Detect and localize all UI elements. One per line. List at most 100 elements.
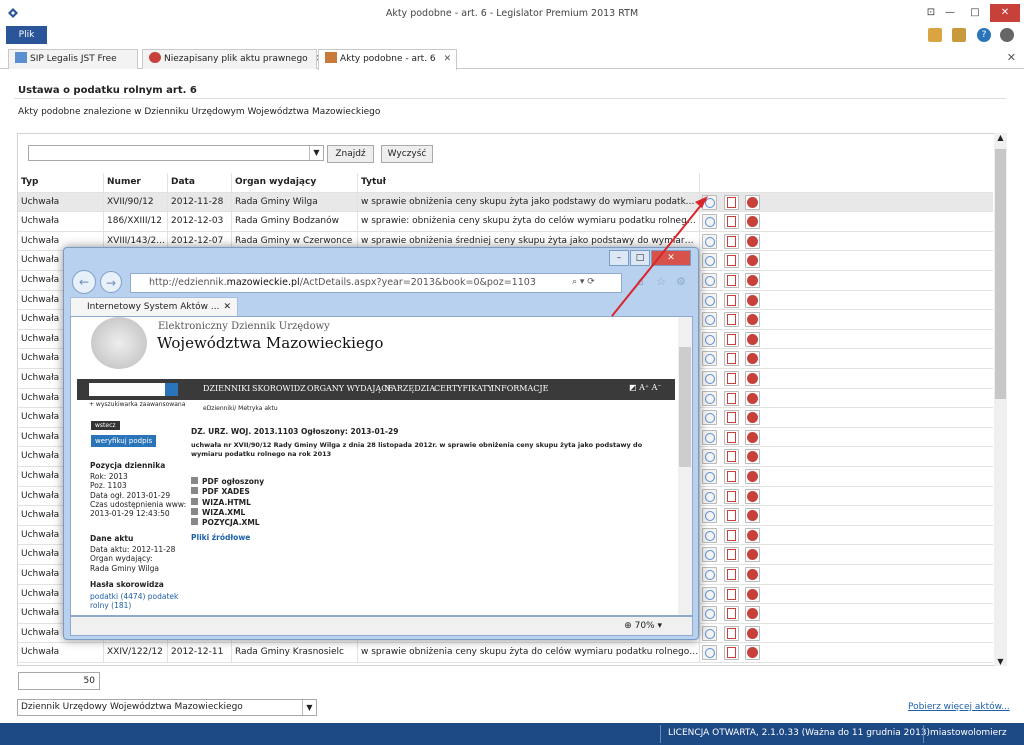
folder-share-icon[interactable] <box>952 28 966 42</box>
pdf-icon[interactable] <box>724 547 739 563</box>
close-button[interactable]: ✕ <box>990 4 1020 22</box>
web-link-icon[interactable] <box>702 469 717 484</box>
column-header[interactable]: Numer <box>104 173 168 192</box>
web-link-icon[interactable] <box>702 645 717 661</box>
paragraph-icon[interactable] <box>745 567 760 582</box>
chevron-down-icon[interactable]: ▼ <box>309 146 323 160</box>
tab-unsaved-act[interactable]: Niezapisany plik aktu prawnego✕ <box>142 49 323 69</box>
web-link-icon[interactable] <box>702 312 717 328</box>
zoom-level[interactable]: ⊕ 70% ▾ <box>624 621 662 631</box>
paragraph-icon[interactable] <box>745 233 760 249</box>
web-link-icon[interactable] <box>702 253 717 269</box>
web-link-icon[interactable] <box>702 449 717 465</box>
web-link-icon[interactable] <box>702 527 717 543</box>
pdf-icon[interactable] <box>724 429 739 445</box>
web-link-icon[interactable] <box>702 547 717 563</box>
browser-close-button[interactable]: ✕ <box>651 250 691 266</box>
paragraph-icon[interactable] <box>745 645 760 661</box>
chevron-down-icon[interactable]: ▼ <box>302 700 316 715</box>
site-nav-item[interactable]: SKOROWIDZ <box>252 384 306 393</box>
paragraph-icon[interactable] <box>745 488 760 504</box>
address-bar[interactable]: http://edziennik.mazowieckie.pl/ActDetai… <box>130 273 622 293</box>
column-header[interactable]: Organ wydający <box>232 173 358 192</box>
verify-signature-button[interactable]: weryfikuj podpis <box>91 435 157 447</box>
pdf-icon[interactable] <box>724 449 739 465</box>
file-link[interactable]: POZYCJA.XML <box>191 518 260 527</box>
file-link[interactable]: WIZA.XML <box>191 507 245 517</box>
pdf-icon[interactable] <box>724 351 739 367</box>
browser-scrollbar[interactable] <box>678 317 692 615</box>
file-link[interactable]: PDF ogłoszony <box>191 477 264 486</box>
table-row[interactable]: Uchwała 186/XXIII/12 2012-12-03 Rada Gminy … <box>18 212 993 232</box>
paragraph-icon[interactable] <box>745 449 760 465</box>
paragraph-icon[interactable] <box>745 547 760 563</box>
table-row[interactable]: Uchwała XXIV/122/12 2012-12-11 Rada Gminy K… <box>18 643 993 663</box>
vertical-scrollbar[interactable]: ▲ ▼ <box>994 133 1007 666</box>
pdf-icon[interactable] <box>724 508 739 524</box>
gear-icon[interactable]: ⚙ <box>676 275 686 288</box>
pdf-icon[interactable] <box>724 273 739 288</box>
table-row[interactable]: Uchwała XVII/90/12 2012-11-28 Rada Gminy Wi… <box>18 192 993 213</box>
paragraph-icon[interactable] <box>745 351 760 367</box>
folder-open-icon[interactable] <box>928 28 942 42</box>
site-nav-item[interactable]: DZIENNIKI <box>203 384 250 393</box>
scroll-up-icon[interactable]: ▲ <box>994 133 1007 142</box>
web-link-icon[interactable] <box>702 625 717 641</box>
paragraph-icon[interactable] <box>745 606 760 622</box>
browser-maximize-button[interactable]: □ <box>630 250 650 266</box>
pdf-icon[interactable] <box>724 586 739 602</box>
file-link[interactable]: PDF XADES <box>191 487 250 496</box>
web-link-icon[interactable] <box>702 567 717 582</box>
source-files-link[interactable]: Pliki źródłowe <box>191 533 250 542</box>
forward-icon[interactable]: → <box>100 271 122 293</box>
paragraph-icon[interactable] <box>745 527 760 543</box>
scroll-down-icon[interactable]: ▼ <box>994 657 1007 666</box>
paragraph-icon[interactable] <box>745 253 760 269</box>
site-nav-item[interactable]: ORGANY WYDAJĄCE <box>307 384 393 393</box>
paragraph-icon[interactable] <box>745 312 760 328</box>
pdf-icon[interactable] <box>724 410 739 426</box>
paragraph-icon[interactable] <box>745 410 760 426</box>
search-icon[interactable]: ⌕ ▾ ⟳ <box>572 277 595 287</box>
web-link-icon[interactable] <box>702 233 717 249</box>
paragraph-icon[interactable] <box>745 586 760 602</box>
paragraph-icon[interactable] <box>745 331 760 347</box>
web-link-icon[interactable] <box>702 194 717 210</box>
find-button[interactable]: Znajdź <box>327 145 374 163</box>
web-link-icon[interactable] <box>702 429 717 445</box>
pdf-icon[interactable] <box>724 214 739 230</box>
pdf-icon[interactable] <box>724 253 739 269</box>
pdf-icon[interactable] <box>724 527 739 543</box>
web-link-icon[interactable] <box>702 508 717 524</box>
pdf-icon[interactable] <box>724 469 739 484</box>
paragraph-icon[interactable] <box>745 273 760 288</box>
column-header[interactable]: Typ <box>18 173 104 192</box>
pdf-icon[interactable] <box>724 331 739 347</box>
file-menu-button[interactable]: Plik <box>6 26 47 44</box>
browser-minimize-button[interactable]: – <box>609 250 629 266</box>
column-header[interactable]: Tytuł <box>358 173 700 192</box>
favorites-star-icon[interactable]: ☆ <box>656 275 666 288</box>
web-link-icon[interactable] <box>702 331 717 347</box>
home-icon[interactable]: ⌂ <box>637 275 644 288</box>
load-more-link[interactable]: Pobierz więcej aktów... <box>908 702 1010 712</box>
pdf-icon[interactable] <box>724 390 739 406</box>
paragraph-icon[interactable] <box>745 292 760 308</box>
web-link-icon[interactable] <box>702 488 717 504</box>
tab-similar-acts[interactable]: Akty podobne - art. 6 ✕ <box>318 49 457 70</box>
web-link-icon[interactable] <box>702 214 717 230</box>
pdf-icon[interactable] <box>724 292 739 308</box>
tag-links[interactable]: rolny (181) <box>90 601 131 610</box>
back-link-button[interactable]: wstecz <box>91 421 120 430</box>
web-link-icon[interactable] <box>702 351 717 367</box>
paragraph-icon[interactable] <box>745 625 760 641</box>
page-size-input[interactable]: 50 <box>18 672 100 690</box>
web-link-icon[interactable] <box>702 371 717 386</box>
paragraph-icon[interactable] <box>745 371 760 386</box>
paragraph-icon[interactable] <box>745 390 760 406</box>
browser-tab-close-icon[interactable]: ✕ <box>223 298 231 317</box>
web-link-icon[interactable] <box>702 586 717 602</box>
paragraph-icon[interactable] <box>745 508 760 524</box>
search-input[interactable]: ▼ <box>28 145 324 161</box>
help-icon[interactable]: ? <box>977 28 991 42</box>
